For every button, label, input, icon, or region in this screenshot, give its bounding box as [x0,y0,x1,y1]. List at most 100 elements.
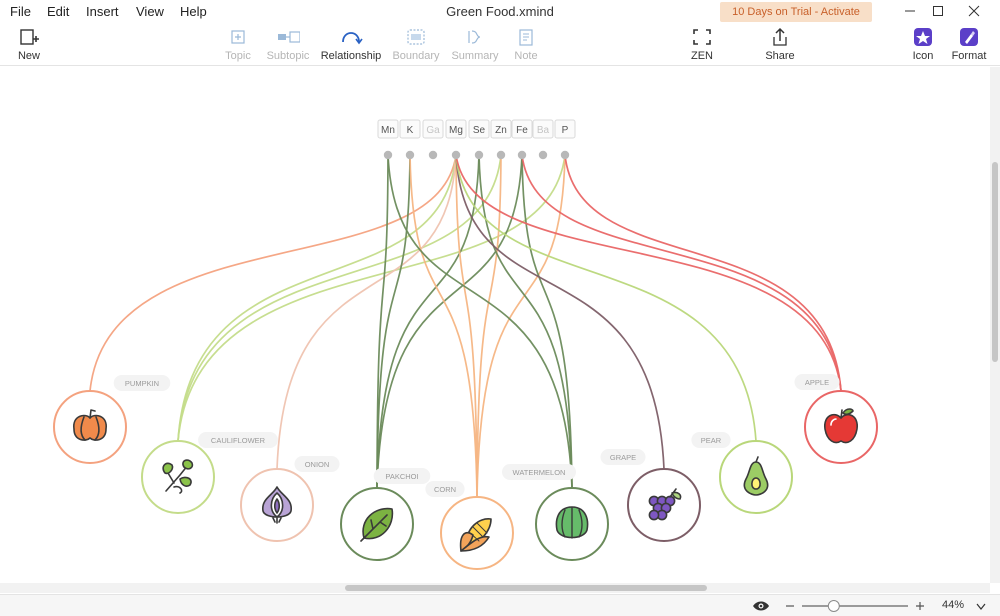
trial-banner[interactable]: 10 Days on Trial - Activate Now [720,2,872,38]
food-node-pakchoi[interactable] [340,487,414,561]
boundary-label: Boundary [392,50,440,62]
element-chip-p[interactable]: P [554,119,576,160]
element-anchor-dot[interactable] [474,150,484,160]
food-label-text: CAULIFLOWER [211,436,266,445]
relationship-k-pakchoi[interactable] [376,154,411,489]
relationship-mg-apple[interactable] [455,154,842,392]
menu-edit[interactable]: Edit [47,4,69,19]
food-node-pear[interactable] [719,440,793,514]
food-node-watermelon[interactable] [535,487,609,561]
zen-button[interactable]: ZEN [688,26,716,62]
zen-label: ZEN [691,50,713,62]
chevron-down-icon[interactable] [976,603,986,611]
element-chip-ga[interactable]: Ga [422,119,444,160]
relationship-label: Relationship [320,50,382,62]
new-file-icon [20,29,39,45]
menu-help[interactable]: Help [180,4,207,19]
title-bar: File Edit Insert View Help Green Food.xm… [0,0,1000,38]
element-chip-mn[interactable]: Mn [377,119,399,160]
element-chip-label: Ga [426,125,440,136]
new-button[interactable]: New [14,26,44,62]
zoom-in-icon[interactable] [915,601,925,611]
food-label-text: CORN [434,485,456,494]
topic-button[interactable]: Topic [224,26,252,62]
summary-button[interactable]: Summary [451,26,499,62]
eye-icon[interactable] [752,600,770,612]
relationship-mg-pumpkin[interactable] [89,154,457,392]
food-node-corn[interactable] [440,496,514,570]
food-label-apple[interactable]: APPLE [794,374,840,390]
zoom-slider[interactable] [800,599,910,613]
format-label: Format [951,50,987,62]
mindmap-canvas[interactable]: Mn K Ga Mg Se Zn Fe Ba P PUMPKIN CAULIFLOWER ONION… [0,67,990,583]
food-label-text: GRAPE [610,453,636,462]
element-anchor-dot[interactable] [517,150,527,160]
element-anchor-dot[interactable] [560,150,570,160]
close-window-button[interactable] [956,0,992,22]
food-label-corn[interactable]: CORN [425,481,465,497]
food-label-pakchoi[interactable]: PAKCHOI [373,468,431,484]
relationship-fe-apple[interactable] [521,154,842,392]
boundary-button[interactable]: Boundary [392,26,440,62]
horizontal-scrollbar[interactable] [0,583,990,593]
food-label-pear[interactable]: PEAR [691,432,731,448]
element-anchor-dot[interactable] [383,150,393,160]
menu-insert[interactable]: Insert [86,4,119,19]
element-row: Mn K Ga Mg Se Zn Fe Ba P [377,119,576,160]
element-anchor-dot[interactable] [405,150,415,160]
relationship-zn-cauliflower[interactable] [177,154,502,442]
maximize-icon [933,6,943,16]
menu-file[interactable]: File [10,4,31,19]
horizontal-scroll-thumb[interactable] [345,585,708,591]
food-node-onion[interactable] [240,468,314,542]
element-anchor-dot[interactable] [428,150,438,160]
element-anchor-dot[interactable] [496,150,506,160]
food-node-grape[interactable] [627,468,701,542]
relationship-se-pakchoi[interactable] [376,154,480,489]
relationship-se-watermelon[interactable] [478,154,573,489]
food-label-text: PEAR [701,436,722,445]
relationship-p-apple[interactable] [564,154,842,392]
element-chip-se[interactable]: Se [468,119,490,160]
food-node-cauliflower[interactable] [141,440,215,514]
element-chip-fe[interactable]: Fe [511,119,533,160]
food-label-grape[interactable]: GRAPE [600,449,646,465]
element-chip-zn[interactable]: Zn [490,119,512,160]
subtopic-button[interactable]: Subtopic [266,26,310,62]
food-label-onion[interactable]: ONION [294,456,340,472]
food-node-pumpkin[interactable] [53,390,127,464]
maximize-button[interactable] [920,0,956,22]
food-label-text: PAKCHOI [385,472,418,481]
relationship-mg-onion[interactable] [276,154,457,470]
relationship-mg-cauliflower[interactable] [177,154,457,442]
share-button[interactable]: Share [764,26,796,62]
relationship-p-cauliflower[interactable] [177,154,566,442]
food-label-pumpkin[interactable]: PUMPKIN [113,375,171,391]
vertical-scrollbar[interactable] [990,67,1000,583]
note-button[interactable]: Note [512,26,540,62]
element-chip-label: Fe [516,125,528,136]
icon-panel-button[interactable]: Icon [910,26,936,62]
zoom-out-icon[interactable] [785,601,795,611]
topic-icon [231,30,245,44]
share-label: Share [765,50,795,62]
element-chip-mg[interactable]: Mg [445,119,467,160]
menu-view[interactable]: View [136,4,164,19]
share-icon [773,27,787,46]
zoom-slider-knob[interactable] [827,600,840,612]
element-chip-label: Zn [495,125,507,136]
zen-fullscreen-icon [693,29,711,45]
food-label-watermelon[interactable]: WATERMELON [502,464,576,480]
element-chip-ba[interactable]: Ba [532,119,554,160]
vertical-scroll-thumb[interactable] [992,161,998,362]
food-label-cauliflower[interactable]: CAULIFLOWER [198,432,278,448]
format-button[interactable]: Format [950,26,988,62]
element-chip-k[interactable]: K [399,119,421,160]
element-anchor-dot[interactable] [451,150,461,160]
relationship-button[interactable]: Relationship [320,26,382,62]
zoom-percentage[interactable]: 44% [942,599,964,611]
watermelon-icon [555,506,589,539]
element-anchor-dot[interactable] [538,150,548,160]
food-node-apple[interactable] [804,390,878,464]
relationship-fe-watermelon[interactable] [521,154,573,489]
